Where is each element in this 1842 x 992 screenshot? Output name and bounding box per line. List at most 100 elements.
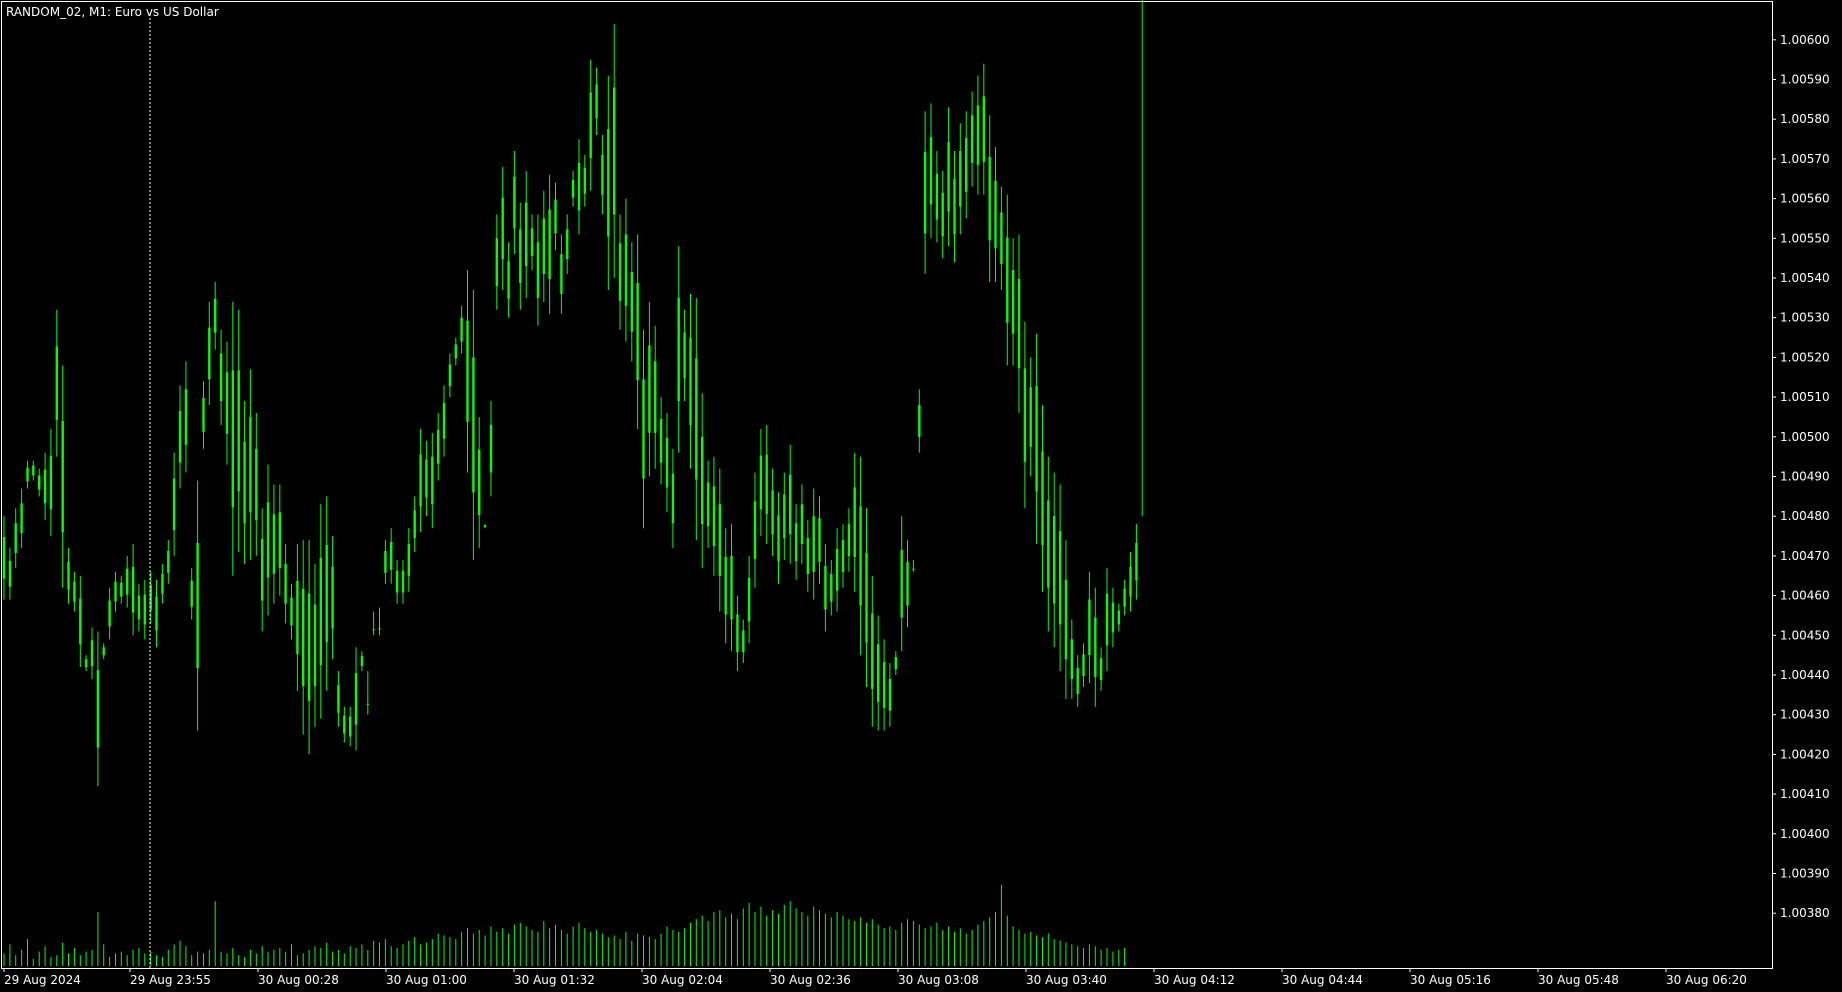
price-bar-body <box>14 523 17 553</box>
price-bar-body <box>84 659 88 668</box>
price-bar-body <box>167 551 170 573</box>
price-bar-body <box>454 344 457 359</box>
price-bar-body <box>302 588 305 686</box>
price-bar-body <box>659 419 663 463</box>
price-bar-body <box>542 218 545 275</box>
price-bar-body <box>96 670 100 748</box>
price-bar-body <box>613 87 616 215</box>
price-axis-label: 1.00540 <box>1780 271 1830 285</box>
price-bar-body <box>607 129 610 237</box>
price-bar-body <box>290 597 293 626</box>
price-bar-body <box>1000 212 1003 265</box>
price-bar-body <box>1006 237 1009 323</box>
price-bar-body <box>184 389 188 445</box>
price-bar-body <box>372 629 375 631</box>
price-bar-body <box>384 551 387 573</box>
price-axis-label: 1.00550 <box>1780 231 1830 245</box>
price-bar-body <box>196 543 199 669</box>
time-axis-label: 30 Aug 06:20 <box>1666 973 1747 987</box>
price-bar-body <box>794 523 798 561</box>
time-axis-label: 30 Aug 04:12 <box>1154 973 1235 987</box>
price-bar-body <box>712 486 716 546</box>
price-bar-body <box>425 459 428 498</box>
price-bar-body <box>918 405 921 437</box>
price-bar-body <box>272 514 276 574</box>
price-bar-body <box>460 317 463 342</box>
price-bar-body <box>1088 599 1091 656</box>
price-bar-body <box>618 243 622 301</box>
price-bar-body <box>1105 593 1109 646</box>
price-bar-body <box>1135 543 1138 581</box>
price-bar-body <box>296 580 299 655</box>
price-bar-body <box>1029 387 1032 447</box>
price-axis-label: 1.00520 <box>1780 350 1830 364</box>
price-axis-label: 1.00560 <box>1780 192 1830 206</box>
price-bar-body <box>736 614 739 653</box>
price-bar-body <box>665 437 669 488</box>
price-bar-body <box>812 516 815 572</box>
price-bar-body <box>49 455 53 510</box>
price-bar-body <box>120 582 123 597</box>
price-bar-body <box>530 228 534 257</box>
price-bar-body <box>519 229 522 283</box>
price-bar-body <box>806 538 809 574</box>
price-bar-body <box>214 298 217 333</box>
price-bar-body <box>859 506 862 606</box>
time-axis-label: 30 Aug 01:32 <box>514 973 595 987</box>
price-bar-body <box>847 524 851 556</box>
price-bar-body <box>882 662 886 708</box>
price-bar-body <box>747 577 751 622</box>
price-bar-body <box>26 467 29 482</box>
price-bar-body <box>982 96 985 162</box>
price-axis-label: 1.00380 <box>1780 906 1830 920</box>
price-bar-body <box>589 92 592 158</box>
price-bar-body <box>284 563 287 604</box>
price-bar-body <box>724 556 727 615</box>
price-axis-label: 1.00600 <box>1780 33 1830 47</box>
price-axis-label: 1.00390 <box>1780 867 1830 881</box>
price-axis-label: 1.00440 <box>1780 668 1830 682</box>
price-bar-body <box>513 176 516 229</box>
price-bar-body <box>1070 639 1073 679</box>
price-bar-body <box>366 703 369 705</box>
price-bar-body <box>1099 658 1103 680</box>
price-bar-body <box>835 549 839 591</box>
price-bar-body <box>278 512 281 568</box>
price-bar-body <box>642 379 645 479</box>
price-bar-body <box>1082 654 1085 676</box>
price-bar-body <box>718 504 721 576</box>
price-bar-body <box>601 155 604 195</box>
price-bar-body <box>677 297 680 402</box>
price-bar-body <box>243 441 246 524</box>
chart-window[interactable]: 1.00600 1.00590 1.00580 1.00570 1.00560 1.005… <box>0 0 1842 992</box>
price-axis-label: 1.00430 <box>1780 708 1830 722</box>
price-bar-body <box>43 469 47 504</box>
price-bar-body <box>595 84 598 119</box>
price-bar-body <box>800 504 804 544</box>
price-bar-body <box>102 647 105 656</box>
price-chart[interactable]: 1.00600 1.00590 1.00580 1.00570 1.00560 1.005… <box>0 0 1842 992</box>
price-bar-body <box>777 515 780 561</box>
price-bar-body <box>472 357 475 493</box>
price-bar-body <box>965 138 968 192</box>
price-bar-body <box>143 594 146 625</box>
price-bar-body <box>525 202 528 267</box>
price-bar-body <box>560 254 563 294</box>
price-bar-body <box>255 448 258 521</box>
price-bar-body <box>137 595 141 620</box>
price-bar-body <box>1023 368 1027 462</box>
price-bar-body <box>970 115 974 163</box>
price-bar-body <box>67 561 70 590</box>
price-bar-body <box>818 518 821 562</box>
price-axis-label: 1.00590 <box>1780 73 1830 87</box>
price-bar-body <box>495 238 498 286</box>
price-bar-body <box>771 490 774 535</box>
price-bar-body <box>654 361 657 433</box>
price-bar-body <box>624 234 628 306</box>
price-axis-label: 1.00510 <box>1780 390 1830 404</box>
price-axis-label: 1.00480 <box>1780 509 1830 523</box>
price-bar-body <box>554 199 557 234</box>
price-bar-body <box>155 596 158 631</box>
price-axis-label: 1.00400 <box>1780 827 1830 841</box>
price-axis-label: 1.00420 <box>1780 747 1830 761</box>
